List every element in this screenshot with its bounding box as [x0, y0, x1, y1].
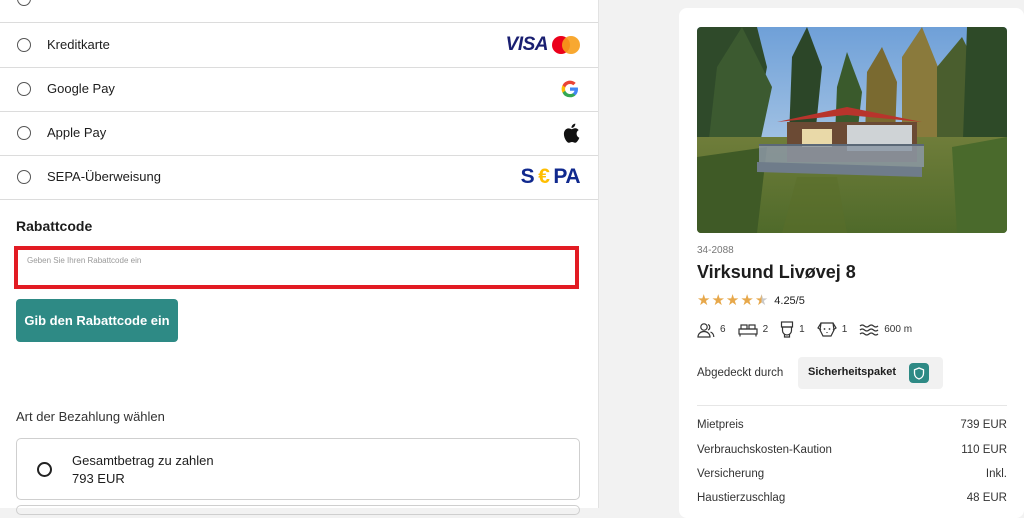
feature-value: 600 m	[884, 324, 913, 335]
price-value: Inkl.	[985, 468, 1007, 480]
feature-pets: 1	[816, 321, 848, 338]
feature-beds: 2	[737, 323, 769, 337]
apply-coupon-button[interactable]: Gib den Rabattcode ein	[16, 299, 178, 342]
price-label: Verbrauchskosten-Kaution	[697, 444, 832, 456]
payment-option-apple-pay[interactable]: Apple Pay	[0, 111, 598, 156]
price-label: Versicherung	[697, 468, 765, 480]
price-value: 48 EUR	[966, 492, 1007, 504]
sepa-logo: S € PA	[520, 165, 581, 188]
payment-type-option-next[interactable]	[16, 505, 580, 515]
payment-method-previous	[0, 0, 598, 23]
bed-icon	[737, 323, 758, 336]
price-label: Mietpreis	[697, 419, 744, 431]
payment-option-credit-card[interactable]: Kreditkarte VISA	[0, 23, 598, 68]
coupon-field-highlight	[14, 246, 579, 289]
price-label: Haustierzuschlag	[697, 492, 786, 504]
summary-divider	[697, 405, 1007, 406]
payment-type-radio[interactable]	[37, 462, 52, 477]
payment-option-sepa[interactable]: SEPA-Überweisung S € PA	[0, 155, 598, 200]
payment-radio[interactable]	[17, 126, 31, 140]
star-icon: ★	[711, 292, 725, 309]
coverage-label: Abgedeckt durch	[697, 367, 784, 379]
property-photo	[697, 27, 1007, 233]
coupon-input[interactable]	[27, 254, 547, 266]
booking-summary-card: 34-2088 Virksund Livøvej 8 ★ ★ ★ ★ ★ 4.2…	[679, 8, 1024, 518]
mastercard-logo	[552, 36, 580, 54]
property-features: 6 2 1 1 600 m	[697, 321, 924, 338]
visa-logo: VISA	[505, 34, 549, 55]
feature-value: 2	[762, 324, 769, 335]
payment-option-label: Google Pay	[47, 81, 115, 96]
payment-option-label: Apple Pay	[47, 125, 107, 140]
payment-radio[interactable]	[17, 82, 31, 96]
payment-radio[interactable]	[17, 38, 31, 52]
star-half-icon: ★	[754, 292, 769, 309]
feature-value: 1	[799, 324, 805, 335]
payment-radio[interactable]	[17, 170, 31, 184]
price-value: 739 EUR	[960, 419, 1007, 431]
insurance-badge[interactable]: Sicherheitspaket	[798, 357, 943, 389]
insurance-badge-label: Sicherheitspaket	[808, 366, 897, 378]
coupon-section-title: Rabattcode	[16, 218, 93, 234]
star-icon: ★	[740, 292, 754, 309]
payment-option-label: Kreditkarte	[47, 37, 110, 52]
payment-option-label: SEPA-Überweisung	[47, 169, 161, 184]
water-icon	[859, 323, 879, 336]
checkout-panel: Kreditkarte VISA Google Pay Apple Pay SE…	[0, 0, 599, 515]
payment-type-title: Art der Bezahlung wählen	[16, 409, 165, 424]
visa-mastercard-logo: VISA	[506, 33, 580, 57]
toilet-icon	[781, 321, 794, 338]
star-icon: ★	[725, 292, 740, 309]
property-code: 34-2088	[697, 245, 734, 256]
feature-value: 6	[720, 324, 726, 335]
price-row: Versicherung Inkl.	[697, 468, 1007, 480]
payment-radio-previous[interactable]	[17, 0, 31, 6]
payment-type-label: Gesamtbetrag zu zahlen	[72, 453, 214, 468]
property-rating: ★ ★ ★ ★ ★ 4.25/5	[697, 293, 805, 308]
feature-toilets: 1	[780, 321, 805, 338]
feature-water-distance: 600 m	[859, 323, 912, 337]
shield-icon	[909, 363, 929, 383]
price-value: 110 EUR	[961, 444, 1007, 456]
payment-type-amount: 793 EUR	[72, 471, 125, 486]
payment-option-google-pay[interactable]: Google Pay	[0, 67, 598, 112]
guests-icon	[697, 322, 715, 338]
apple-icon	[562, 121, 580, 145]
google-logo	[560, 77, 580, 101]
property-name: Virksund Livøvej 8	[697, 262, 856, 282]
price-row: Mietpreis 739 EUR	[697, 419, 1007, 431]
feature-value: 1	[841, 324, 848, 335]
payment-type-option-full[interactable]: Gesamtbetrag zu zahlen 793 EUR	[16, 438, 580, 500]
feature-guests: 6	[697, 322, 726, 338]
pet-icon	[816, 322, 837, 337]
price-row: Verbrauchskosten-Kaution 110 EUR	[697, 444, 1007, 456]
star-icon: ★	[697, 292, 711, 309]
rating-value: 4.25/5	[774, 294, 805, 307]
price-row: Haustierzuschlag 48 EUR	[697, 492, 1007, 504]
